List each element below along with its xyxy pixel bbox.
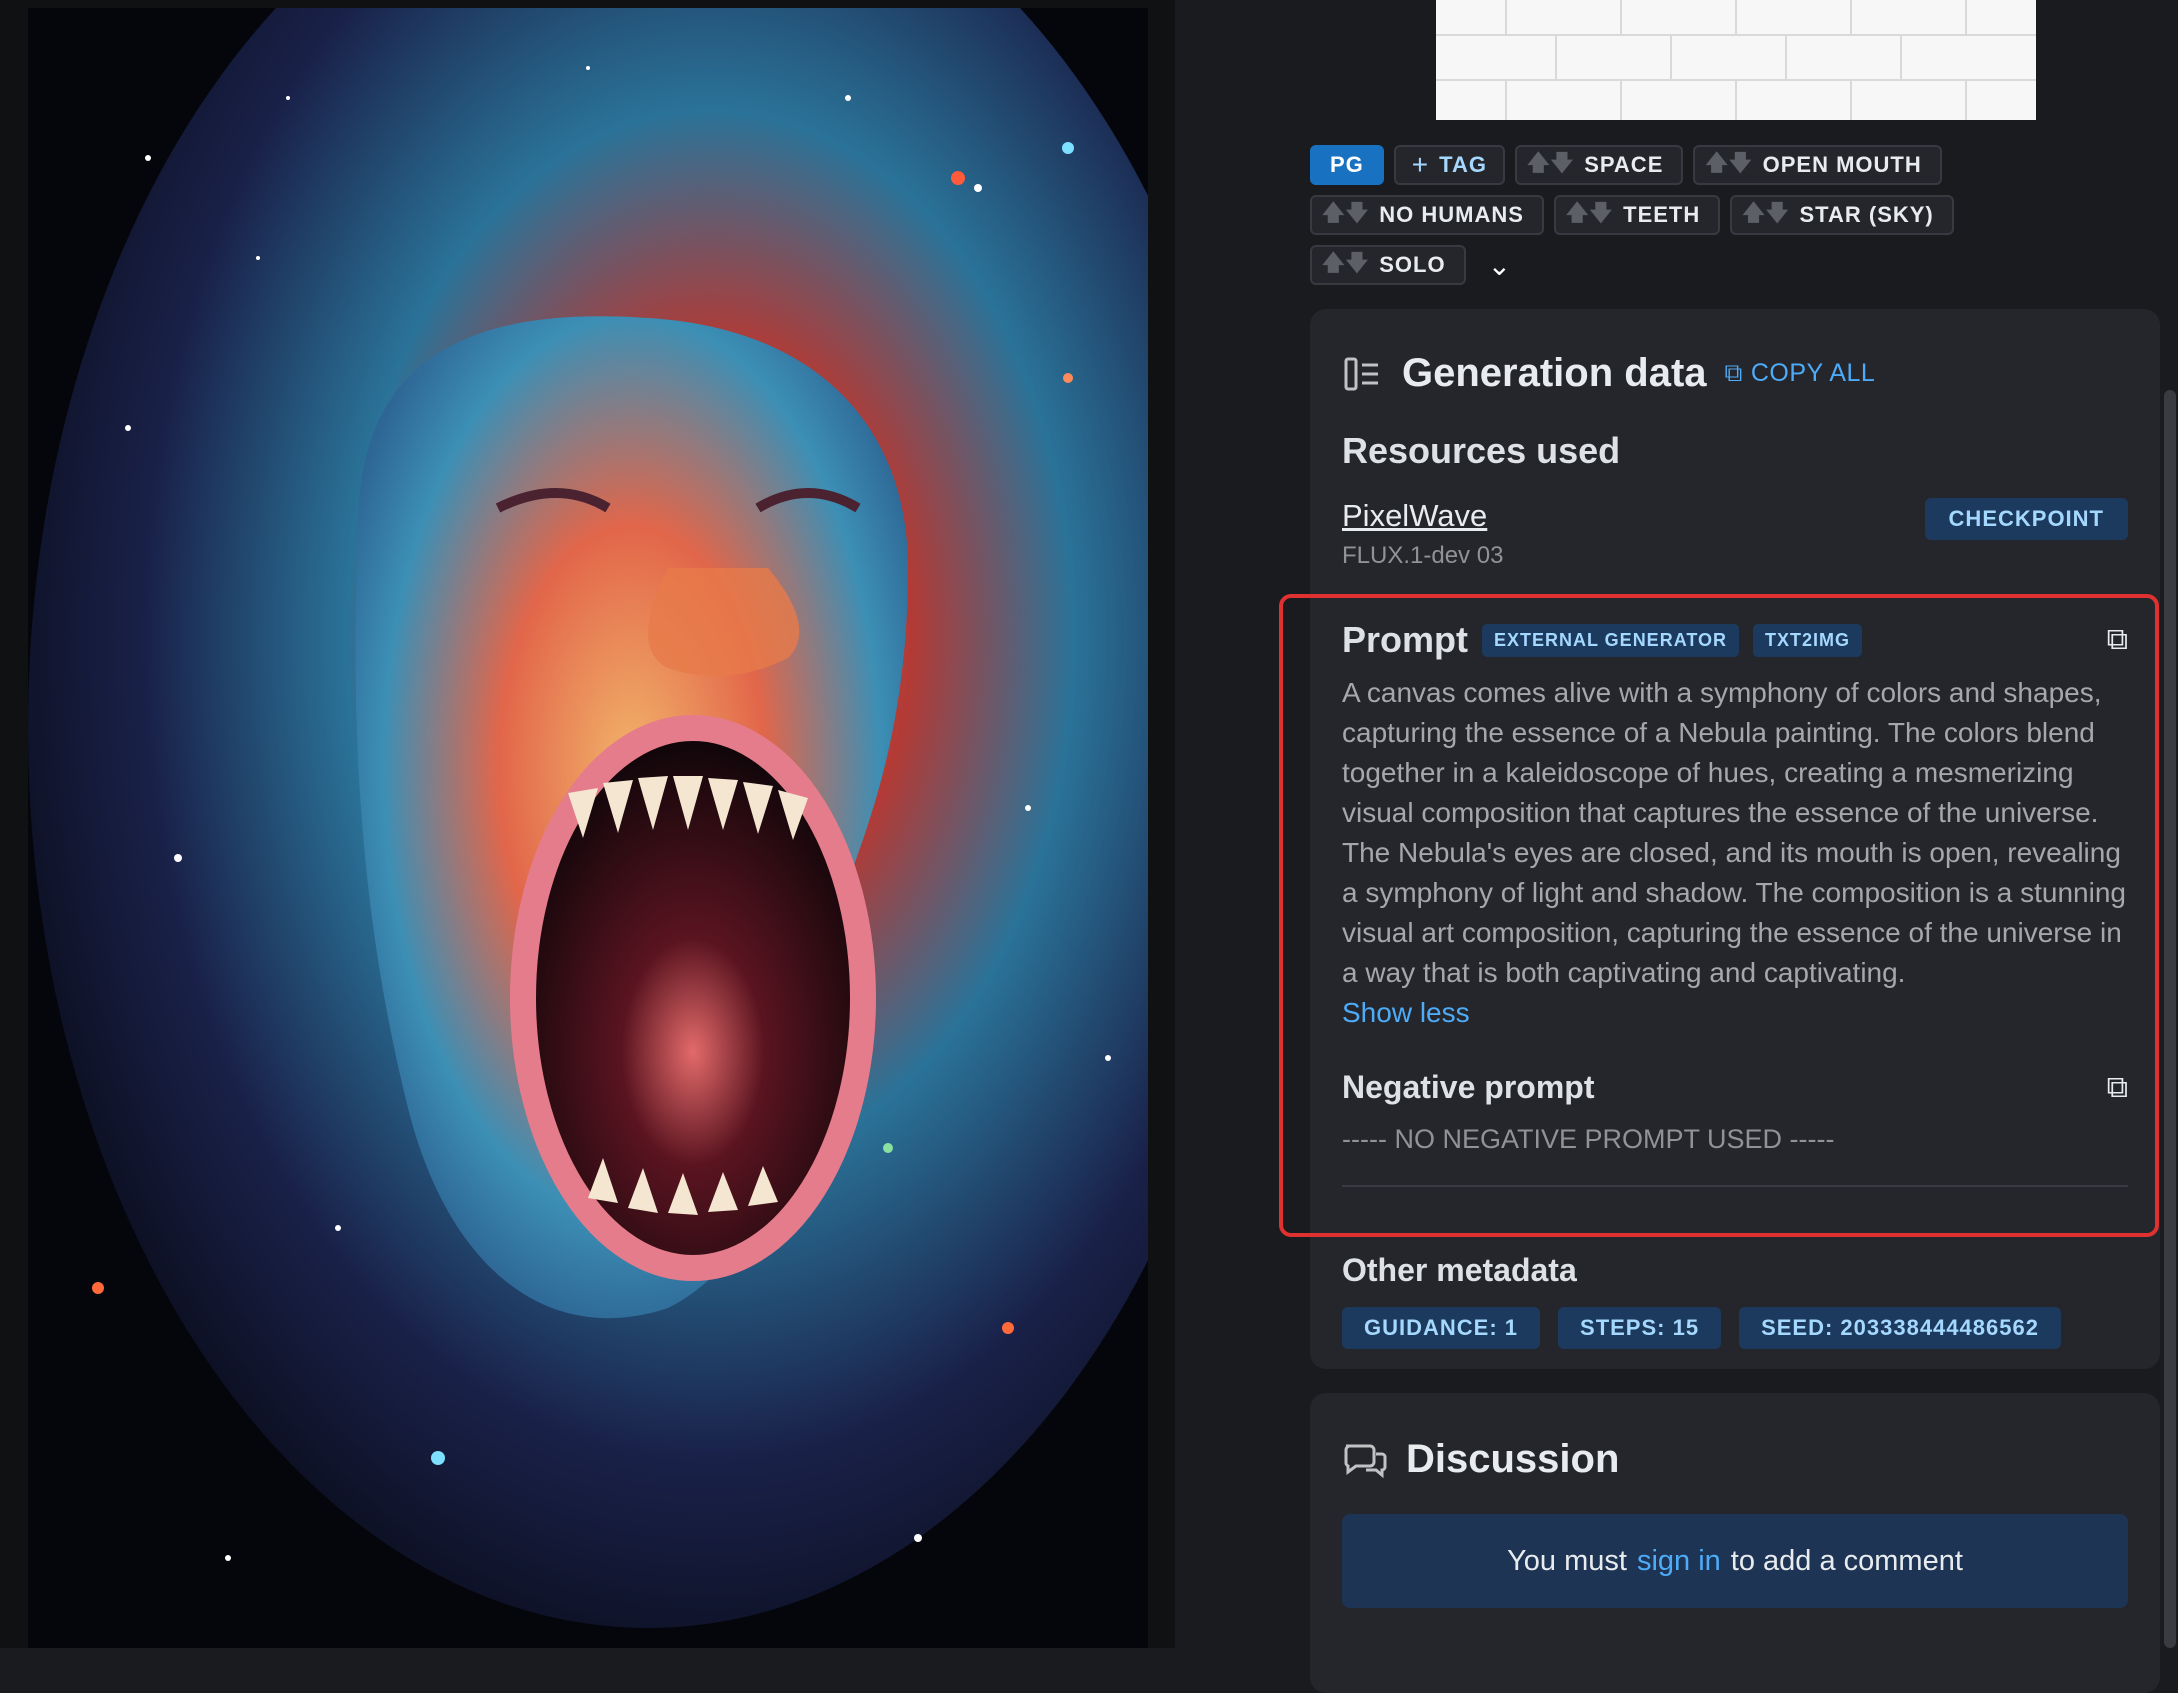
tag-list: PG + TAG 🡅🡇 SPACE 🡅🡇 OPEN MOUTH 🡅🡇 NO HUMANS…	[1310, 145, 2030, 295]
other-metadata-title: Other metadata	[1342, 1252, 1577, 1288]
tag-label: TEETH	[1623, 202, 1701, 227]
guidance-badge: GUIDANCE: 1	[1342, 1307, 1541, 1349]
copy-all-label: COPY ALL	[1750, 359, 1876, 387]
seed-badge[interactable]: SEED: 203338444486562	[1739, 1307, 2061, 1349]
vote-arrows-icon[interactable]: 🡅🡇	[1527, 146, 1574, 184]
tag-label: OPEN MOUTH	[1762, 152, 1922, 177]
vote-arrows-icon[interactable]: 🡅🡇	[1322, 246, 1369, 284]
image-viewer	[0, 0, 1175, 1648]
resources-title: Resources used	[1342, 430, 1621, 471]
tag-label: SPACE	[1584, 152, 1664, 177]
sign-in-suffix: to add a comment	[1730, 1544, 1963, 1577]
tag-label: STAR (SKY)	[1799, 202, 1934, 227]
sign-in-link[interactable]: sign in	[1637, 1545, 1721, 1578]
rating-label: PG	[1330, 152, 1364, 177]
vote-arrows-icon[interactable]: 🡅🡇	[1742, 196, 1789, 234]
discussion-title: Discussion	[1406, 1437, 1620, 1481]
add-tag-button[interactable]: + TAG	[1393, 145, 1505, 185]
tag-no-humans[interactable]: 🡅🡇 NO HUMANS	[1310, 195, 1544, 235]
resource-link[interactable]: PixelWave	[1342, 498, 1503, 534]
vote-arrows-icon[interactable]: 🡅🡇	[1705, 146, 1752, 184]
plus-icon: +	[1411, 149, 1430, 180]
add-tag-label: TAG	[1439, 152, 1487, 177]
vote-arrows-icon[interactable]: 🡅🡇	[1566, 196, 1613, 234]
chevron-down-icon[interactable]: ⌄	[1476, 249, 1523, 282]
other-metadata-section: Other metadata GUIDANCE: 1 STEPS: 15 SEE…	[1342, 1252, 2128, 1349]
scrollbar[interactable]	[2164, 390, 2176, 1648]
copy-all-button[interactable]: ⧉ COPY ALL	[1725, 359, 1876, 388]
resource-type-badge: CHECKPOINT	[1924, 498, 2128, 540]
vote-arrows-icon[interactable]: 🡅🡇	[1322, 196, 1369, 234]
tag-label: SOLO	[1379, 252, 1446, 277]
generation-data-icon	[1344, 357, 1378, 390]
sign-in-prefix: You must	[1507, 1544, 1627, 1577]
copy-icon: ⧉	[1724, 359, 1743, 387]
generated-artwork-image[interactable]	[28, 8, 1148, 1648]
discussion-card: Discussion You must sign in to add a com…	[1310, 1393, 2160, 1693]
image-thumbnail[interactable]	[1436, 0, 2036, 120]
highlight-annotation-box	[1279, 594, 2159, 1237]
tag-open-mouth[interactable]: 🡅🡇 OPEN MOUTH	[1693, 145, 1942, 185]
generation-data-title: Generation data	[1402, 351, 1707, 395]
chat-bubbles-icon	[1344, 1444, 1387, 1478]
tag-star-sky[interactable]: 🡅🡇 STAR (SKY)	[1730, 195, 1954, 235]
tag-teeth[interactable]: 🡅🡇 TEETH	[1553, 195, 1721, 235]
sign-in-prompt: You must sign in to add a comment	[1342, 1514, 2128, 1608]
resource-version: FLUX.1-dev 03	[1342, 542, 1504, 569]
tag-label: NO HUMANS	[1379, 202, 1524, 227]
resource-item: PixelWave FLUX.1-dev 03 CHECKPOINT	[1342, 498, 2128, 570]
tag-solo[interactable]: 🡅🡇 SOLO	[1310, 245, 1466, 285]
tag-space[interactable]: 🡅🡇 SPACE	[1514, 145, 1684, 185]
rating-badge[interactable]: PG	[1310, 145, 1384, 185]
steps-badge: STEPS: 15	[1558, 1307, 1722, 1349]
